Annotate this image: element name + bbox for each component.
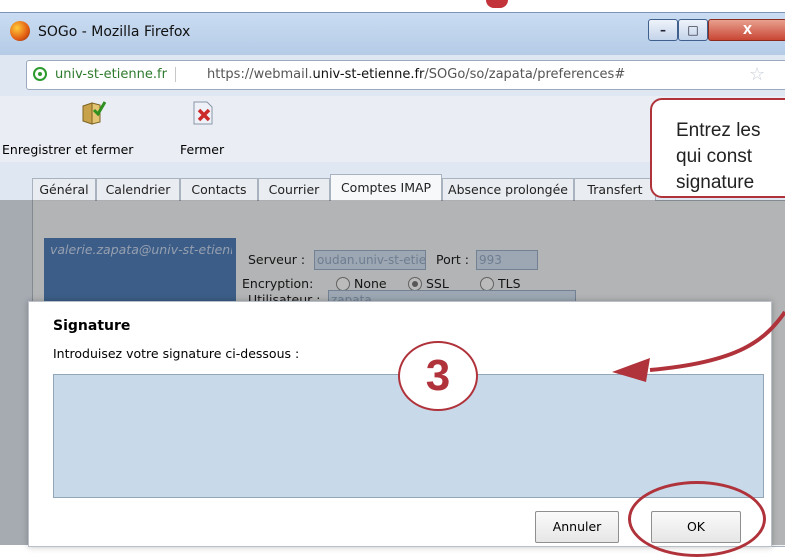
tab-contacts[interactable]: Contacts <box>180 178 258 201</box>
close-window-button[interactable]: X <box>708 19 785 41</box>
maximize-icon: □ <box>687 23 699 37</box>
url-text[interactable]: https://webmail.univ-st-etienne.fr/SOGo/… <box>207 67 625 82</box>
dialog-prompt: Introduisez votre signature ci-dessous : <box>53 346 300 361</box>
instruction-callout: Entrez les qui const signature <box>650 98 785 198</box>
ribbon-mark <box>486 0 508 8</box>
bookmark-star-icon[interactable]: ☆ <box>749 64 765 85</box>
tab-imap-accounts[interactable]: Comptes IMAP <box>330 174 442 201</box>
minimize-icon: – <box>660 23 666 37</box>
url-prefix: https://webmail. <box>207 67 313 82</box>
url-path: /SOGo/so/zapata/preferences# <box>424 67 626 82</box>
callout-text: Entrez les qui const signature <box>676 120 761 193</box>
dialog-title: Signature <box>53 318 131 334</box>
url-bar[interactable]: univ-st-etienne.fr https://webmail.univ-… <box>26 60 785 90</box>
site-identity-icon[interactable] <box>33 67 47 81</box>
top-ribbon <box>0 0 785 12</box>
save-and-close-icon[interactable] <box>80 100 106 126</box>
tab-general[interactable]: Général <box>32 178 96 201</box>
save-and-close-label[interactable]: Enregistrer et fermer <box>2 142 133 157</box>
site-identity-label[interactable]: univ-st-etienne.fr <box>55 67 176 82</box>
step-number-badge: 3 <box>398 341 478 411</box>
tab-mail[interactable]: Courrier <box>258 178 330 201</box>
browser-window: SOGo - Mozilla Firefox – □ X univ-st-eti… <box>0 0 785 557</box>
title-bar: SOGo - Mozilla Firefox – □ X <box>0 12 785 55</box>
step-number: 3 <box>425 351 451 400</box>
maximize-button[interactable]: □ <box>678 19 708 41</box>
window-title: SOGo - Mozilla Firefox <box>38 24 191 40</box>
tab-forward[interactable]: Transfert <box>574 178 656 201</box>
tab-calendar[interactable]: Calendrier <box>96 178 180 201</box>
ok-highlight-ring <box>628 481 766 557</box>
close-document-icon[interactable] <box>190 100 216 126</box>
tab-vacation[interactable]: Absence prolongée <box>442 178 574 201</box>
minimize-button[interactable]: – <box>648 19 678 41</box>
url-domain: univ-st-etienne.fr <box>312 67 425 82</box>
cancel-button[interactable]: Annuler <box>535 511 619 543</box>
firefox-icon <box>10 21 30 41</box>
pointer-arrow-icon <box>612 310 785 382</box>
close-icon: X <box>742 23 753 37</box>
close-label[interactable]: Fermer <box>180 142 224 157</box>
